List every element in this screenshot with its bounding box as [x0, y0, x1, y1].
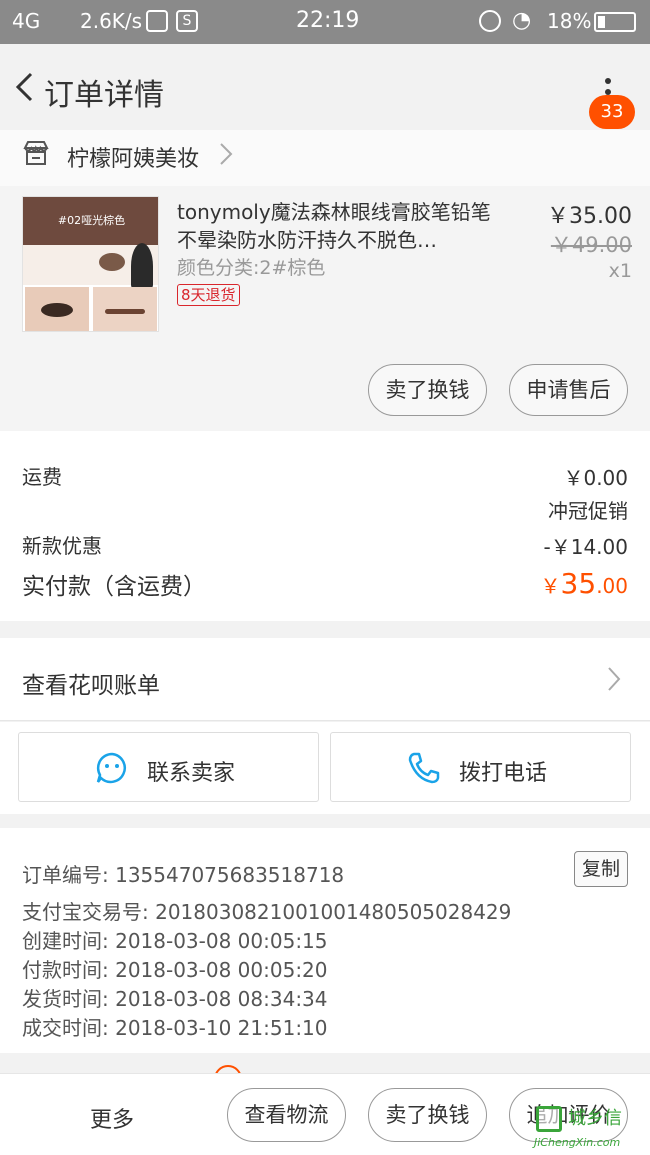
cost-summary: 运费 ￥0.00 冲冠促销 新款优惠 -￥14.00 实付款（含运费） ￥35.… [0, 431, 650, 621]
total-amount: ￥35.00 [540, 567, 628, 600]
call-phone-label: 拨打电话 [459, 761, 548, 786]
thumbnail-label: #02哑光棕色 [23, 197, 158, 245]
site-watermark: 城乡信 JiChengXin.com [534, 1104, 650, 1155]
page-title: 订单详情 [44, 78, 164, 113]
shop-icon [23, 141, 49, 165]
notification-icon [146, 10, 168, 32]
discount-value: -￥14.00 [543, 535, 628, 559]
return-policy-tag: 8天退货 [177, 284, 240, 306]
status-bar: 4G 2.6K/s S 22:19 ◔ 18% [0, 0, 650, 44]
watermark-logo-icon [536, 1106, 562, 1132]
product-original-price: ￥49.00 [550, 233, 632, 257]
back-icon[interactable] [14, 72, 34, 102]
message-badge: 33 [589, 95, 635, 129]
product-card[interactable]: #02哑光棕色 tonymoly魔法森林眼线膏胶笔铅笔不晕染防水防汗持久不脱色…… [0, 186, 650, 431]
sell-button[interactable]: 卖了换钱 [368, 364, 487, 416]
sell-button-bottom[interactable]: 卖了换钱 [368, 1088, 487, 1142]
created-time: 创建时间: 2018-03-08 00:05:15 [22, 929, 328, 953]
total-label: 实付款（含运费） [22, 574, 206, 600]
watermark-subtext: JiChengXin.com [534, 1136, 621, 1149]
order-number: 订单编号: 1355470756835187​18 [22, 863, 345, 887]
network-speed: 2.6K/s [80, 9, 143, 33]
phone-icon [408, 752, 440, 784]
wifi-icon: ◔ [512, 8, 532, 33]
product-price: ￥35.00 [547, 204, 632, 229]
huabei-bill-row[interactable]: 查看花呗账单 [0, 638, 650, 721]
app-notification-icon: S [176, 10, 198, 32]
after-sale-button[interactable]: 申请售后 [509, 364, 628, 416]
paid-time: 付款时间: 2018-03-08 00:05:20 [22, 958, 328, 982]
watermark-text: 城乡信 [568, 1108, 622, 1129]
shipping-label: 运费 [22, 465, 62, 489]
discount-label: 新款优惠 [22, 534, 102, 558]
alipay-trade-number: 支付宝交易号: 2018030821001001480505028429 [22, 900, 512, 924]
chat-icon [96, 752, 126, 784]
product-thumbnail[interactable]: #02哑光棕色 [22, 196, 159, 332]
huabei-label: 查看花呗账单 [22, 673, 160, 699]
contact-bar: 联系卖家 拨打电话 [0, 722, 650, 814]
product-title[interactable]: tonymoly魔法森林眼线膏胶笔铅笔不晕染防水防汗持久不脱色… [177, 198, 497, 254]
network-indicator: 4G [12, 9, 41, 33]
alarm-icon [479, 10, 501, 32]
product-sku: 颜色分类:2#棕色 [177, 257, 326, 279]
view-logistics-button[interactable]: 查看物流 [227, 1088, 346, 1142]
battery-percent: 18% [547, 9, 592, 33]
chevron-right-icon [608, 667, 621, 691]
shop-row[interactable]: 柠檬阿姨美妆 [0, 130, 650, 186]
battery-icon [594, 12, 636, 32]
shipping-value: ￥0.00 [563, 466, 628, 490]
product-quantity: x1 [608, 260, 632, 282]
contact-seller-label: 联系卖家 [147, 761, 236, 786]
call-phone-button[interactable]: 拨打电话 [330, 732, 631, 802]
contact-seller-button[interactable]: 联系卖家 [18, 732, 319, 802]
chevron-right-icon [220, 143, 233, 165]
shipped-time: 发货时间: 2018-03-08 08:34:34 [22, 987, 328, 1011]
partially-hidden-banner [0, 1053, 650, 1073]
more-link[interactable]: 更多 [90, 1102, 134, 1134]
nav-bar: 订单详情 33 [0, 44, 650, 130]
copy-button[interactable]: 复制 [574, 851, 628, 887]
order-info: 订单编号: 1355470756835187​18 复制 支付宝交易号: 201… [0, 828, 650, 1053]
shop-name: 柠檬阿姨美妆 [67, 147, 200, 172]
closed-time: 成交时间: 2018-03-10 21:51:10 [22, 1016, 328, 1040]
clock: 22:19 [296, 8, 360, 33]
promo-note: 冲冠促销 [548, 499, 628, 523]
